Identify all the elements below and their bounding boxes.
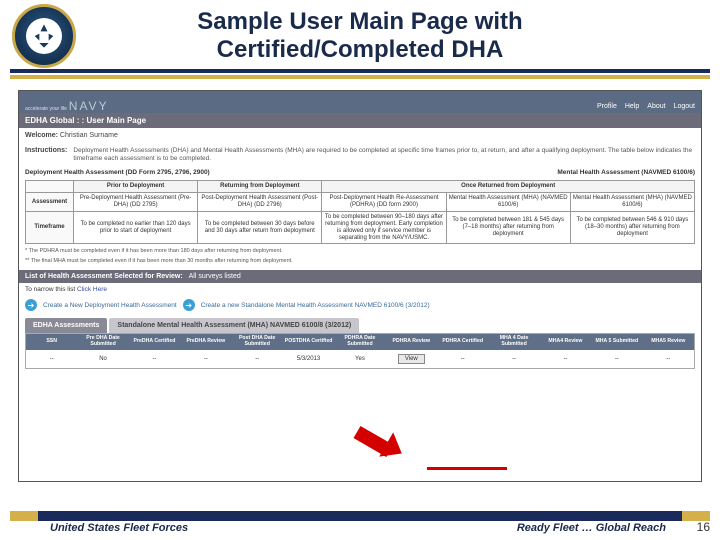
action-create-dha[interactable]: Create a New Deployment Health Assessmen… <box>43 302 177 309</box>
assessments-table: SSN Pre DHA Date Submitted PreDHA Certif… <box>25 333 695 368</box>
tab-mha[interactable]: Standalone Mental Health Assessment (MHA… <box>109 318 359 333</box>
arrow-right-icon: ➔ <box>183 299 195 311</box>
arrow-right-icon: ➔ <box>25 299 37 311</box>
th-pdhra-rev: PDHRA Review <box>386 334 437 349</box>
instructions-text: Deployment Health Assessments (DHA) and … <box>73 147 695 163</box>
cell-pdhra-date: Yes <box>334 350 385 368</box>
tab-edha[interactable]: EDHA Assessments <box>25 318 107 333</box>
cell-mha4-date: -- <box>488 350 539 368</box>
app-top-banner: accelerate your life NAVY Profile Help A… <box>19 91 701 113</box>
callout-underline <box>427 467 507 470</box>
review-all: All surveys listed <box>189 273 241 280</box>
cell-pre-date: No <box>77 350 128 368</box>
cell-post-cert: 5/3/2013 <box>283 350 334 368</box>
col-predha-time: To be completed no earlier than 120 days… <box>74 211 198 244</box>
fleet-forces-seal <box>12 4 76 68</box>
th-ssn: SSN <box>26 334 77 349</box>
edha-screenshot: accelerate your life NAVY Profile Help A… <box>18 90 702 482</box>
row-assessment: Assessment <box>26 193 74 212</box>
cell-pdhra-cert: -- <box>437 350 488 368</box>
callout-arrow-icon <box>357 425 415 465</box>
header-rule <box>10 69 710 79</box>
action-create-mha[interactable]: Create a new Standalone Mental Health As… <box>201 302 430 309</box>
section-dha: Deployment Health Assessment (DD Form 27… <box>25 169 210 176</box>
footer-left: United States Fleet Forces <box>44 522 194 534</box>
timeframe-table: Prior to Deployment Returning from Deplo… <box>25 180 695 244</box>
footnote-2: ** The final MHA must be completed even … <box>19 256 701 266</box>
col-predha-name: Pre-Deployment Health Assessment (Pre-DH… <box>74 193 198 212</box>
th-pre-date: Pre DHA Date Submitted <box>77 334 128 349</box>
th-mha4-date: MHA 4 Date Submitted <box>488 334 539 349</box>
col-mha2-time: To be completed between 546 & 910 days (… <box>570 211 694 244</box>
th-pdhra-cert: PDHRA Certified <box>437 334 488 349</box>
footer-band <box>10 510 710 522</box>
instructions-label: Instructions: <box>25 147 67 163</box>
nav-help[interactable]: Help <box>625 103 639 110</box>
title-line-1: Sample User Main Page with <box>80 8 640 36</box>
cell-post-date: -- <box>232 350 283 368</box>
th-mha5-sub: MHA 5 Submitted <box>591 334 642 349</box>
title-line-2: Certified/Completed DHA <box>80 36 640 64</box>
th-mha4-rev: MHA4 Review <box>540 334 591 349</box>
col-mha1-name: Mental Health Assessment (MHA) (NAVMED 6… <box>446 193 570 212</box>
cell-pre-rev: -- <box>180 350 231 368</box>
review-header: List of Health Assessment Selected for R… <box>25 273 183 280</box>
tagline: accelerate your life <box>25 106 67 112</box>
th-pdhra-date: PDHRA Date Submitted <box>334 334 385 349</box>
th-mha5-rev: MHA5 Review <box>643 334 695 349</box>
col-mha1-time: To be completed between 181 & 545 days (… <box>446 211 570 244</box>
nav-logout[interactable]: Logout <box>674 103 695 110</box>
nav-profile[interactable]: Profile <box>597 103 617 110</box>
hdr-prior: Prior to Deployment <box>74 181 198 193</box>
section-mha: Mental Health Assessment (NAVMED 6100/6) <box>557 169 695 176</box>
cell-mha5-sub: -- <box>591 350 642 368</box>
slide-title: Sample User Main Page with Certified/Com… <box>0 8 720 63</box>
row-timeframe: Timeframe <box>26 211 74 244</box>
th-post-date: Post DHA Date Submitted <box>232 334 283 349</box>
col-postdha-name: Post-Deployment Health Assessment (Post-… <box>198 193 322 212</box>
view-button[interactable]: View <box>398 354 425 364</box>
narrow-label: To narrow this list <box>25 286 75 293</box>
footer-right: Ready Fleet … Global Reach <box>511 522 672 534</box>
cell-mha4-rev: -- <box>540 350 591 368</box>
breadcrumb: EDHA Global : : User Main Page <box>19 113 701 128</box>
page-number: 16 <box>697 520 710 534</box>
cell-mha5-rev: -- <box>643 350 695 368</box>
welcome-name: Christian Surname <box>60 132 118 139</box>
nav-about[interactable]: About <box>647 103 665 110</box>
hdr-returning: Returning from Deployment <box>198 181 322 193</box>
cell-pre-cert: -- <box>129 350 180 368</box>
th-post-cert: POSTDHA Certified <box>283 334 334 349</box>
hdr-once: Once Returned from Deployment <box>322 181 695 193</box>
welcome-label: Welcome: <box>25 132 58 139</box>
seal-eagle-icon <box>26 18 62 54</box>
narrow-link[interactable]: Click Here <box>77 286 107 293</box>
table-row: -- No -- -- -- 5/3/2013 Yes View -- -- -… <box>26 350 694 368</box>
col-postdha-time: To be completed between 30 days before a… <box>198 211 322 244</box>
col-mha2-name: Mental Health Assessment (MHA) (NAVMED 6… <box>570 193 694 212</box>
col-pdhra-name: Post-Deployment Health Re-Assessment (PD… <box>322 193 446 212</box>
th-pre-cert: PreDHA Certified <box>129 334 180 349</box>
col-pdhra-time: To be completed between 90–180 days afte… <box>322 211 446 244</box>
navy-logo: NAVY <box>69 99 109 113</box>
cell-ssn: -- <box>26 350 77 368</box>
th-pre-rev: PreDHA Review <box>180 334 231 349</box>
footnote-1: * The PDHRA must be completed even if it… <box>19 246 701 256</box>
